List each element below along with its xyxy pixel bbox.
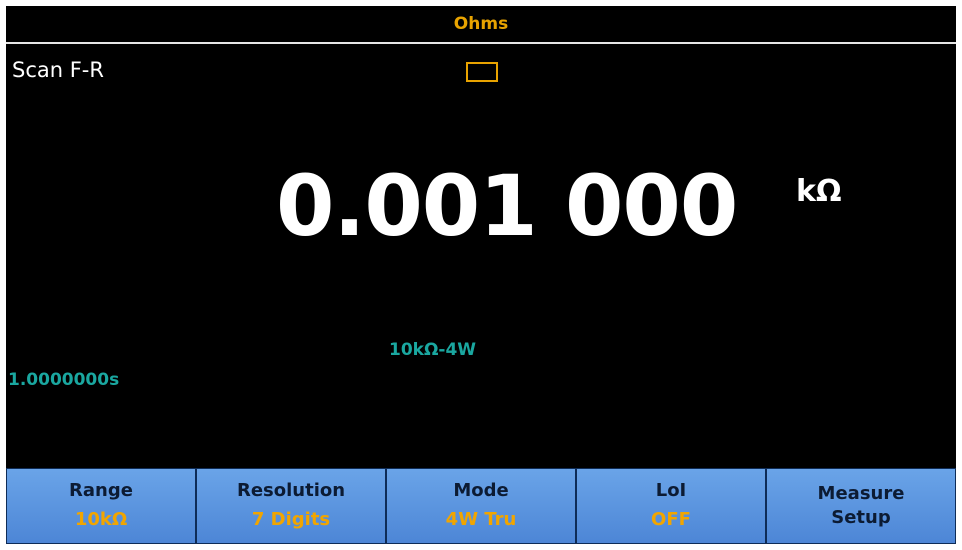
softkey-label-line1: Measure	[817, 483, 905, 504]
resolution-softkey[interactable]: Resolution 7 Digits	[196, 468, 386, 544]
softkey-value: 4W Tru	[445, 509, 517, 530]
softkey-label: LoI	[655, 480, 687, 501]
measure-setup-softkey[interactable]: Measure Setup	[766, 468, 956, 544]
function-title: Ohms	[453, 14, 509, 34]
softkey-value: OFF	[651, 509, 691, 530]
softkey-label-line2: Setup	[831, 507, 891, 528]
status-indicator-icon	[466, 62, 498, 82]
scan-mode-label: Scan F-R	[12, 58, 104, 82]
timer-readout: 1.0000000s	[8, 370, 120, 390]
softkey-label: Range	[69, 480, 133, 501]
measurement-unit: kΩ	[796, 174, 842, 209]
loi-softkey[interactable]: LoI OFF	[576, 468, 766, 544]
measurement-reading: 0.001 000	[276, 157, 738, 255]
softkey-label: Mode	[453, 480, 509, 501]
softkey-label: Resolution	[236, 480, 346, 501]
range-info-label: 10kΩ-4W	[389, 340, 477, 360]
softkey-bar: Range 10kΩ Resolution 7 Digits Mode 4W T…	[6, 468, 956, 544]
mode-softkey[interactable]: Mode 4W Tru	[386, 468, 576, 544]
title-bar: Ohms	[6, 6, 956, 44]
range-softkey[interactable]: Range 10kΩ	[6, 468, 196, 544]
instrument-frame: Ohms Scan F-R 0.001 000 kΩ 10kΩ-4W 1.000…	[0, 0, 962, 550]
softkey-value: 7 Digits	[251, 509, 331, 530]
display-screen: Ohms Scan F-R 0.001 000 kΩ 10kΩ-4W 1.000…	[6, 6, 956, 544]
softkey-value: 10kΩ	[74, 509, 128, 530]
